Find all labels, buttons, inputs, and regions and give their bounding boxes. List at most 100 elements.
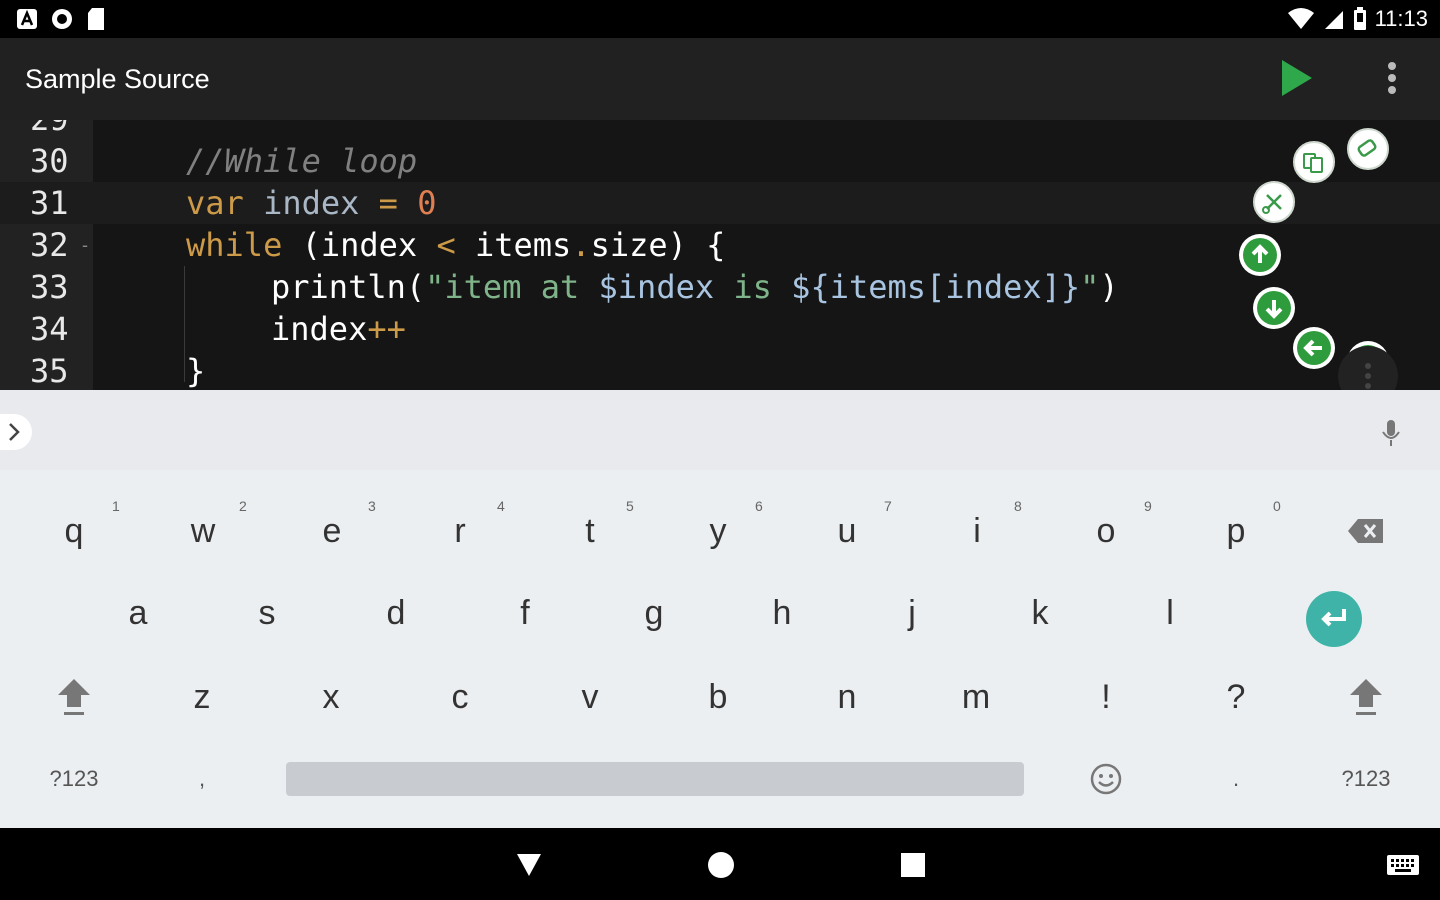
code-line[interactable]: 34 index++: [0, 308, 1440, 350]
code-line[interactable]: 30 //While loop: [0, 140, 1440, 182]
key-i[interactable]: i: [947, 496, 1007, 566]
notification-a-icon: [17, 9, 37, 29]
key-f[interactable]: f: [495, 578, 555, 648]
key-k[interactable]: k: [1010, 578, 1070, 648]
home-circle-icon: [708, 852, 734, 878]
code-line-current[interactable]: 31 var index = 0: [0, 182, 1440, 224]
keyword: var: [186, 184, 244, 222]
tools-menu-button[interactable]: [1338, 346, 1398, 390]
status-left: [16, 7, 106, 31]
emoji-key[interactable]: [1076, 744, 1136, 814]
key-j[interactable]: j: [882, 578, 942, 648]
string-literal: "item at: [425, 268, 599, 306]
shift-key-left[interactable]: [44, 662, 104, 732]
key-d[interactable]: d: [366, 578, 426, 648]
voice-input-button[interactable]: [1374, 416, 1408, 450]
code-fragment: ): [1099, 268, 1119, 306]
move-down-button[interactable]: [1253, 287, 1295, 329]
home-button[interactable]: [706, 850, 736, 880]
key-s[interactable]: s: [237, 578, 297, 648]
key-l[interactable]: l: [1140, 578, 1200, 648]
space-bar[interactable]: [286, 762, 1024, 796]
signal-icon: [1324, 11, 1343, 29]
app-bar: Sample Source: [0, 38, 1440, 120]
microphone-icon: [1382, 420, 1400, 446]
status-time: 11:13: [1374, 6, 1428, 31]
key-n[interactable]: n: [817, 662, 877, 732]
key-r[interactable]: r: [430, 496, 490, 566]
key-u[interactable]: u: [817, 496, 877, 566]
code-line[interactable]: 33 println("item at $index is ${items[in…: [0, 266, 1440, 308]
recents-square-icon: [901, 853, 925, 877]
keyboard-switch-button[interactable]: [1386, 850, 1420, 880]
recents-button[interactable]: [898, 850, 928, 880]
expand-toolbar-button[interactable]: [0, 414, 32, 450]
line-number: 29: [30, 120, 69, 140]
paste-button[interactable]: [1347, 128, 1389, 170]
navigation-bar: [0, 828, 1440, 900]
battery-icon: [1353, 7, 1366, 30]
key-period[interactable]: .: [1206, 744, 1266, 814]
key-b[interactable]: b: [688, 662, 748, 732]
string-template: ${items[index]}: [791, 268, 1081, 306]
key-exclamation[interactable]: !: [1076, 662, 1136, 732]
code-line[interactable]: 35 }: [0, 350, 1440, 390]
symbols-key-right[interactable]: ?123: [1326, 744, 1406, 814]
identifier: index: [271, 310, 368, 348]
shift-key-right[interactable]: [1336, 662, 1396, 732]
cut-button[interactable]: [1253, 181, 1295, 223]
key-w[interactable]: w: [173, 496, 233, 566]
run-button[interactable]: [1274, 56, 1318, 100]
key-g[interactable]: g: [624, 578, 684, 648]
code-fragment: size) {: [590, 226, 726, 264]
code-fragment: items: [455, 226, 572, 264]
key-hint: 9: [1144, 498, 1152, 514]
overflow-menu-button[interactable]: [1374, 58, 1410, 102]
sd-card-icon: [88, 8, 104, 30]
code-editor[interactable]: 29 30 //While loop 31 var index = 0 32 -…: [0, 120, 1440, 390]
identifier: index: [263, 184, 360, 222]
operator: =: [378, 184, 398, 222]
line-number: 30: [30, 142, 69, 180]
move-left-button[interactable]: [1293, 327, 1335, 369]
backspace-key[interactable]: [1336, 496, 1396, 566]
key-hint: 3: [368, 498, 376, 514]
code-line[interactable]: 32 - while (index < items.size) {: [0, 224, 1440, 266]
key-hint: 1: [112, 498, 120, 514]
copy-icon: [1303, 153, 1323, 173]
page-title: Sample Source: [25, 64, 210, 94]
code-fragment: (index: [282, 226, 437, 264]
key-a[interactable]: a: [108, 578, 168, 648]
smiley-icon: [1090, 763, 1122, 795]
arrow-down-icon: [1265, 300, 1283, 319]
enter-key[interactable]: [1306, 591, 1362, 647]
key-y[interactable]: y: [688, 496, 748, 566]
key-p[interactable]: p: [1206, 496, 1266, 566]
play-icon: [1282, 60, 1312, 96]
key-q[interactable]: q: [44, 496, 104, 566]
key-question[interactable]: ?: [1206, 662, 1266, 732]
code-line[interactable]: 29: [0, 120, 1440, 140]
back-button[interactable]: [514, 850, 544, 880]
operator: <: [436, 226, 456, 264]
paste-icon: [1357, 139, 1377, 157]
symbols-key-left[interactable]: ?123: [34, 744, 114, 814]
copy-button[interactable]: [1293, 141, 1335, 183]
arrow-up-icon: [1251, 244, 1269, 263]
key-h[interactable]: h: [752, 578, 812, 648]
move-up-button[interactable]: [1239, 234, 1281, 276]
key-comma[interactable]: ,: [172, 744, 232, 814]
key-o[interactable]: o: [1076, 496, 1136, 566]
key-x[interactable]: x: [301, 662, 361, 732]
key-m[interactable]: m: [946, 662, 1006, 732]
string-template: $index: [598, 268, 715, 306]
key-c[interactable]: c: [430, 662, 490, 732]
key-v[interactable]: v: [560, 662, 620, 732]
key-t[interactable]: t: [560, 496, 620, 566]
function-call: println(: [271, 268, 426, 306]
line-number: 33: [30, 268, 69, 306]
key-e[interactable]: e: [302, 496, 362, 566]
fold-marker-icon[interactable]: -: [82, 224, 88, 266]
key-z[interactable]: z: [172, 662, 232, 732]
code-brace: }: [186, 352, 206, 390]
